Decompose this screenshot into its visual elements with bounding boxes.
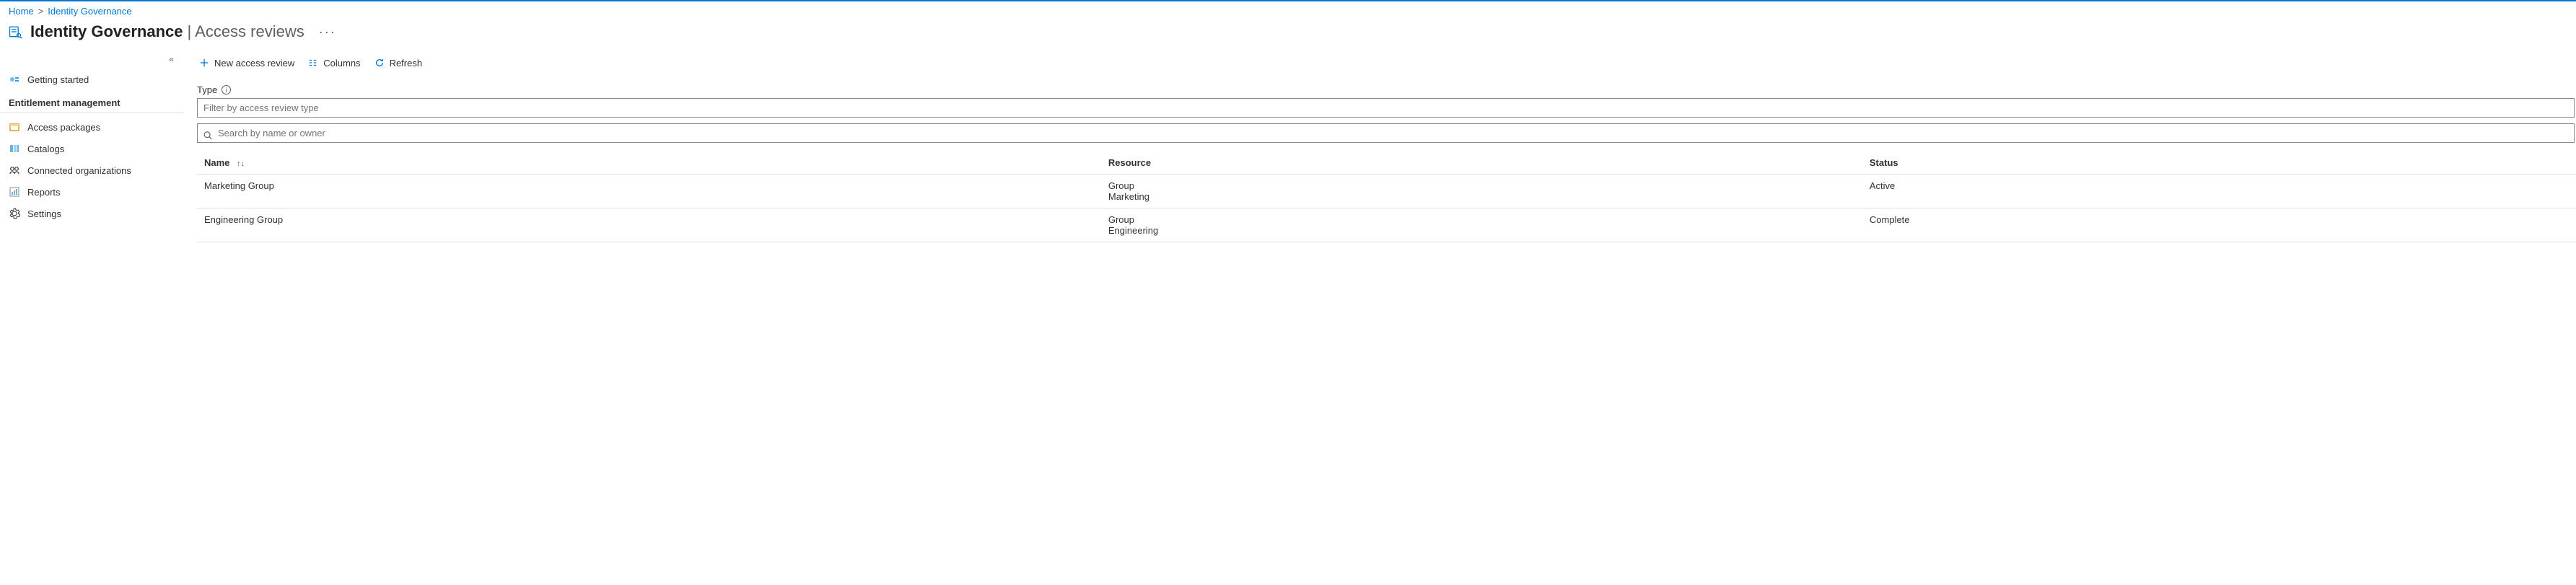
column-header-resource[interactable]: Resource [1101,151,1862,175]
sort-icon: ↑↓ [237,159,245,168]
sidebar-section-entitlement: Entitlement management [0,90,184,113]
type-filter-input[interactable] [197,98,2575,118]
reports-icon [9,186,20,198]
identity-governance-icon [7,24,23,40]
search-icon [203,130,213,140]
sidebar-item-access-packages[interactable]: Access packages [0,116,184,138]
cell-name: Engineering Group [197,208,1101,242]
refresh-icon [374,57,385,69]
sidebar-item-reports[interactable]: Reports [0,181,184,203]
info-icon[interactable]: i [222,85,231,94]
breadcrumb: Home > Identity Governance [0,1,2576,21]
refresh-button[interactable]: Refresh [372,54,424,71]
cell-resource: Group Engineering [1101,208,1862,242]
access-reviews-table: Name ↑↓ Resource Status Marketing Group … [197,151,2576,242]
page-header: Identity Governance | Access reviews ··· [0,21,2576,48]
sidebar-item-label: Access packages [27,122,100,133]
breadcrumb-current[interactable]: Identity Governance [48,6,131,17]
sidebar-item-label: Settings [27,208,61,219]
sidebar-item-connected-organizations[interactable]: Connected organizations [0,159,184,181]
table-row[interactable]: Marketing Group Group Marketing Active [197,175,2576,208]
column-header-name[interactable]: Name ↑↓ [197,151,1101,175]
collapse-sidebar-button[interactable]: « [0,54,184,69]
cell-status: Active [1862,175,2576,208]
breadcrumb-separator: > [38,6,44,17]
page-title: Identity Governance [30,22,183,41]
button-label: New access review [214,58,294,69]
table-row[interactable]: Engineering Group Group Engineering Comp… [197,208,2576,242]
sidebar-item-label: Connected organizations [27,165,131,176]
page-subtitle: | Access reviews [188,22,305,41]
cell-resource: Group Marketing [1101,175,1862,208]
search-input[interactable] [197,123,2575,143]
plus-icon [198,57,210,69]
button-label: Refresh [390,58,423,69]
sidebar-item-label: Reports [27,187,61,198]
sidebar-item-settings[interactable]: Settings [0,203,184,224]
sidebar-item-label: Getting started [27,74,89,85]
package-icon [9,121,20,133]
sidebar: « Getting started Entitlement management… [0,48,184,224]
sidebar-item-catalogs[interactable]: Catalogs [0,138,184,159]
columns-button[interactable]: Columns [306,54,362,71]
column-header-status[interactable]: Status [1862,151,2576,175]
main-content: New access review Columns Refresh Type i [184,48,2576,242]
cell-name: Marketing Group [197,175,1101,208]
button-label: Columns [323,58,360,69]
connected-orgs-icon [9,164,20,176]
getting-started-icon [9,74,20,85]
new-access-review-button[interactable]: New access review [197,54,296,71]
cell-status: Complete [1862,208,2576,242]
sidebar-item-getting-started[interactable]: Getting started [0,69,184,90]
sidebar-item-label: Catalogs [27,144,64,154]
columns-icon [307,57,319,69]
catalog-icon [9,143,20,154]
command-bar: New access review Columns Refresh [197,54,2576,80]
breadcrumb-home[interactable]: Home [9,6,34,17]
gear-icon [9,208,20,219]
type-filter-label: Type [197,84,217,95]
more-menu-button[interactable]: ··· [319,25,336,40]
